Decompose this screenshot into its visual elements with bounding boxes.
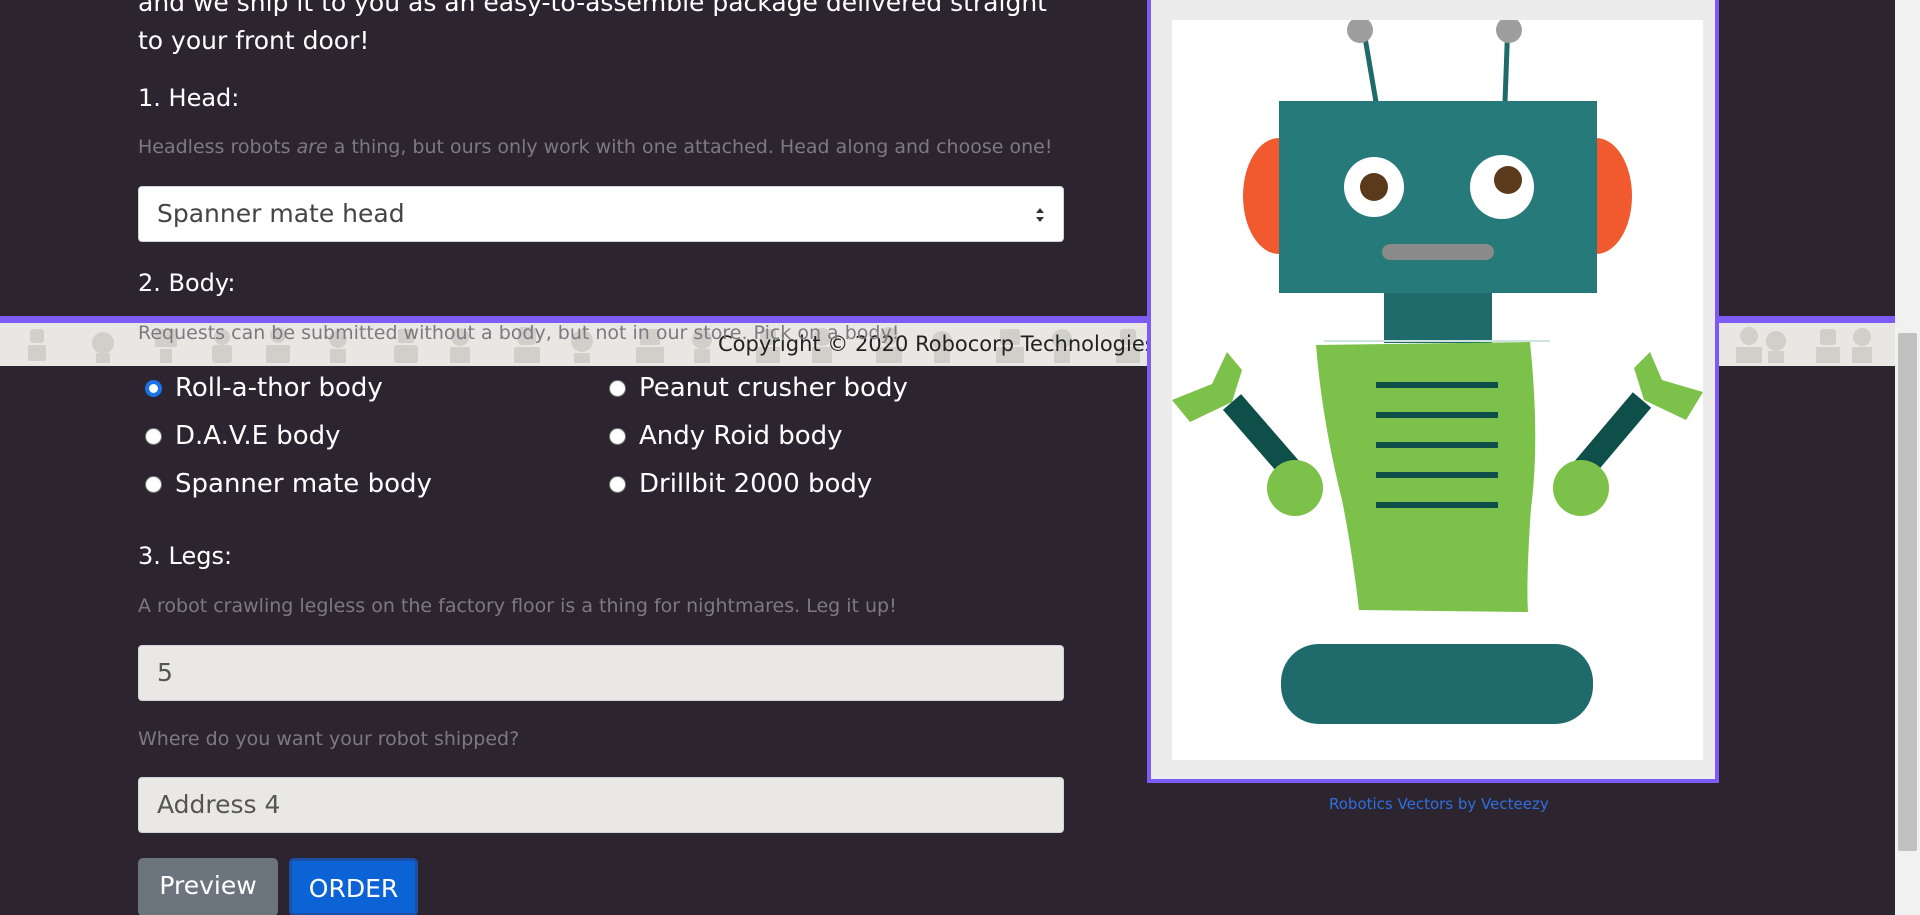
head-help-text: Headless robots are a thing, but ours on… <box>138 135 1052 159</box>
radio-label: Spanner mate body <box>175 469 432 499</box>
legs-help-text: A robot crawling legless on the factory … <box>138 595 897 617</box>
radio-label: D.A.V.E body <box>175 421 341 451</box>
head-heading: 1. Head: <box>138 84 240 112</box>
robot-illustration <box>1172 20 1703 724</box>
radio-drillbit-2000[interactable]: Drillbit 2000 body <box>609 467 872 501</box>
body-help-text: Requests can be submitted without a body… <box>138 322 900 344</box>
radio-button[interactable] <box>609 427 626 445</box>
robot-preview-image <box>1172 20 1703 760</box>
head-select[interactable]: Spanner mate head <box>138 186 1064 242</box>
address-input[interactable]: Address 4 <box>138 777 1064 833</box>
robot-credit-link[interactable]: Robotics Vectors by Vecteezy <box>1329 795 1549 813</box>
radio-button[interactable] <box>145 427 162 445</box>
intro-line-1: and we ship it to you as an easy-to-asse… <box>138 0 1047 17</box>
intro-text: and we ship it to you as an easy-to-asse… <box>138 0 1088 60</box>
order-button[interactable]: ORDER <box>289 858 418 915</box>
address-input-value: Address 4 <box>157 790 281 819</box>
head-help-emphasis: are <box>296 136 328 158</box>
radio-label: Andy Roid body <box>639 421 843 451</box>
head-help-prefix: Headless robots <box>138 136 297 158</box>
scrollbar-thumb[interactable] <box>1898 333 1917 851</box>
legs-input[interactable]: 5 <box>138 645 1064 701</box>
radio-label: Drillbit 2000 body <box>639 469 873 499</box>
radio-spanner-mate[interactable]: Spanner mate body <box>145 467 432 501</box>
body-heading: 2. Body: <box>138 269 236 297</box>
radio-button[interactable] <box>609 379 626 397</box>
head-help-suffix: a thing, but ours only work with one att… <box>327 136 1053 158</box>
radio-peanut-crusher[interactable]: Peanut crusher body <box>609 371 908 405</box>
legs-input-value: 5 <box>157 658 173 687</box>
select-arrows-icon <box>1036 208 1044 222</box>
radio-button-checked[interactable] <box>145 379 162 397</box>
robot-order-page: and we ship it to you as an easy-to-asse… <box>0 0 1920 915</box>
address-help-text: Where do you want your robot shipped? <box>138 728 520 750</box>
robot-preview-frame <box>1147 0 1719 783</box>
radio-roll-a-thor[interactable]: Roll-a-thor body <box>145 371 383 405</box>
radio-button[interactable] <box>145 475 162 493</box>
radio-andy-roid[interactable]: Andy Roid body <box>609 419 843 453</box>
head-select-value: Spanner mate head <box>157 199 405 228</box>
legs-heading: 3. Legs: <box>138 542 233 570</box>
radio-dave[interactable]: D.A.V.E body <box>145 419 341 453</box>
preview-button[interactable]: Preview <box>138 858 278 915</box>
radio-button[interactable] <box>609 475 626 493</box>
intro-line-2: to your front door! <box>138 26 370 55</box>
radio-label: Peanut crusher body <box>639 373 908 403</box>
radio-label: Roll-a-thor body <box>175 373 383 403</box>
